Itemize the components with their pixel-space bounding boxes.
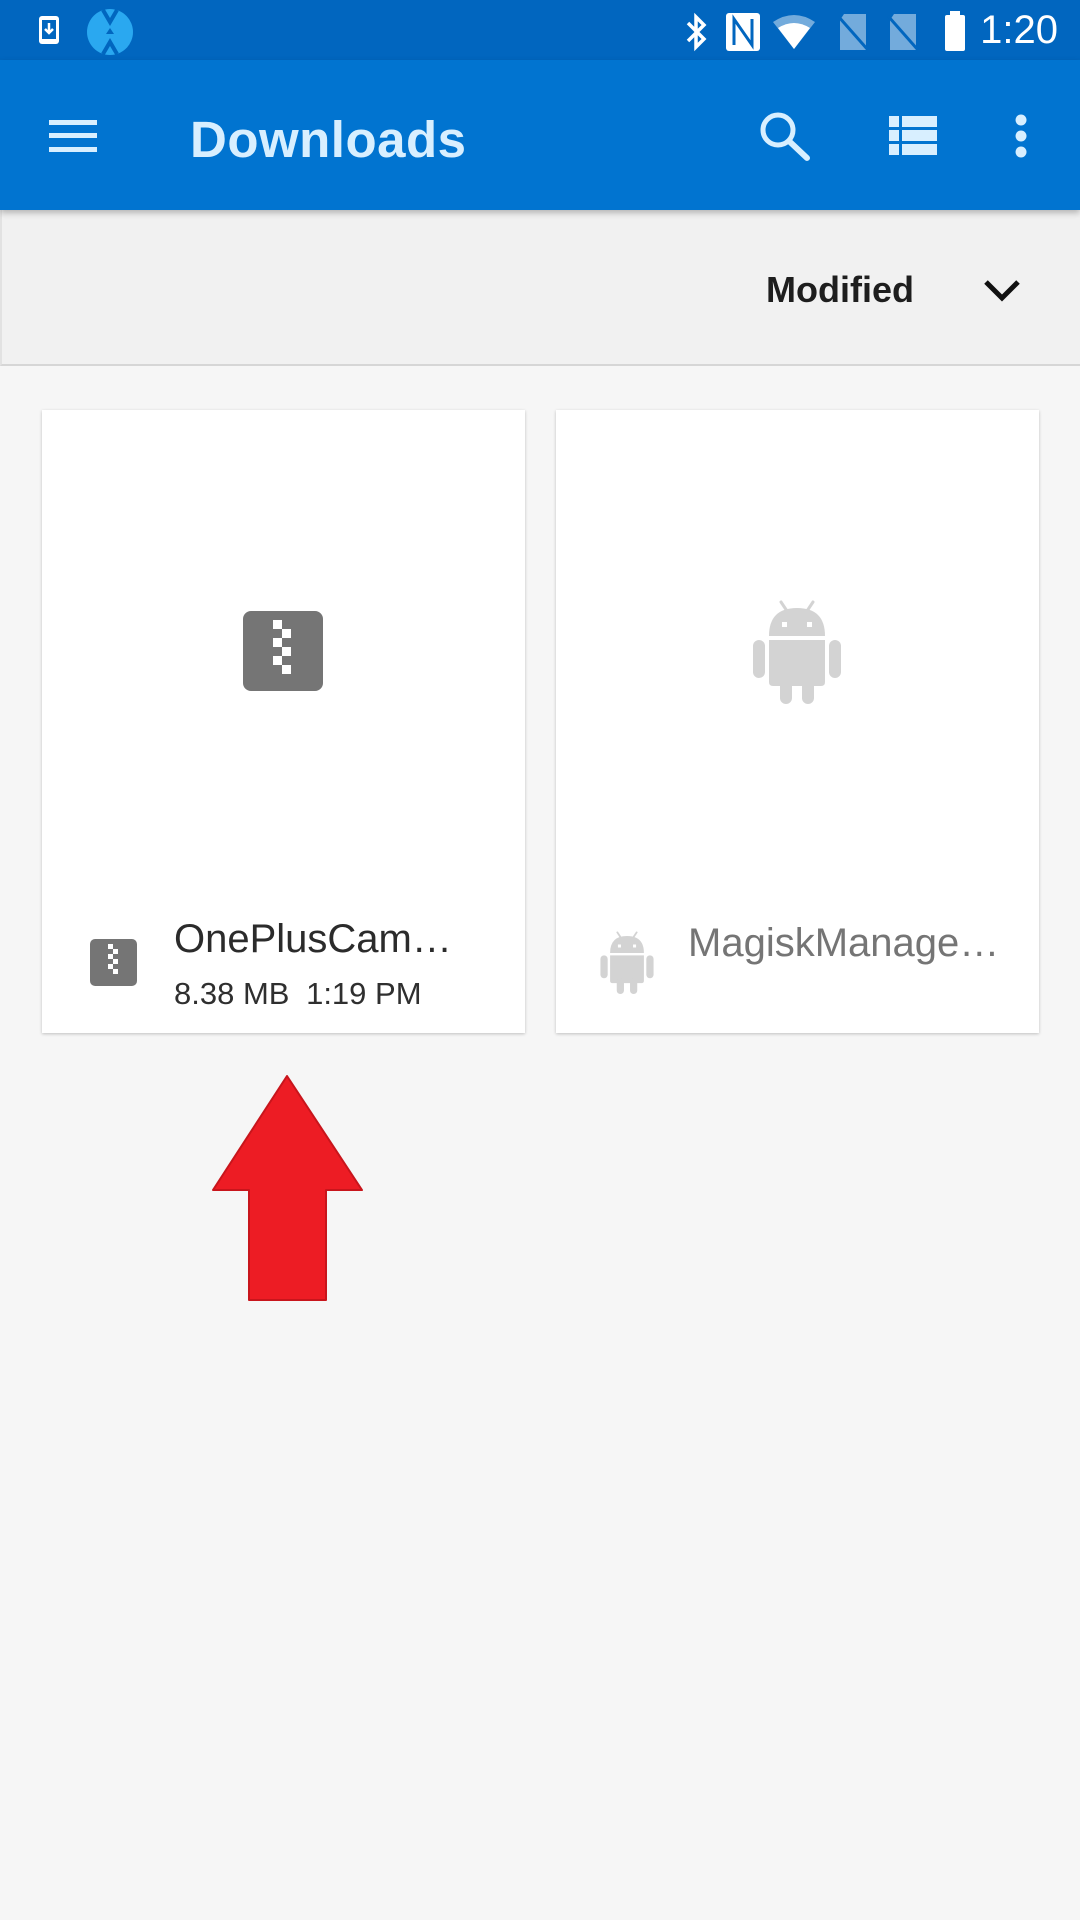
sort-label: Modified [766, 269, 914, 310]
bluetooth-icon [686, 12, 707, 52]
status-bar: 1:20 [0, 0, 1080, 60]
android-apk-icon [753, 600, 841, 704]
search-icon[interactable] [758, 110, 812, 162]
wifi-icon [773, 15, 815, 49]
chevron-down-icon [984, 280, 1020, 302]
file-meta: 8.38 MB 1:19 PM [174, 976, 422, 1012]
file-size: 8.38 MB [174, 976, 290, 1011]
more-options-icon[interactable] [1010, 112, 1032, 160]
sort-bar: Modified [0, 210, 1080, 366]
no-sim-icon [886, 14, 920, 51]
download-notification-icon [39, 16, 59, 44]
android-apk-icon [600, 931, 654, 994]
twrp-icon [87, 8, 133, 56]
file-card[interactable]: MagiskManage… [556, 410, 1039, 1033]
file-card[interactable]: OnePlusCamer… 8.38 MB 1:19 PM [42, 410, 525, 1033]
file-name: OnePlusCamer… [174, 917, 474, 961]
zip-archive-icon [90, 939, 137, 986]
zip-archive-icon [243, 611, 323, 691]
app-toolbar: Downloads [0, 60, 1080, 210]
page-title: Downloads [190, 111, 467, 168]
file-modified: 1:19 PM [306, 976, 422, 1011]
annotation-arrow-up-icon [212, 1075, 363, 1301]
status-time: 1:20 [980, 8, 1058, 52]
sort-dropdown[interactable]: Modified [742, 240, 1062, 336]
hamburger-menu-icon[interactable] [48, 118, 98, 154]
file-name: MagiskManage… [688, 921, 1000, 965]
list-view-icon[interactable] [889, 115, 937, 157]
nfc-icon [726, 13, 760, 51]
no-sim-icon [836, 14, 870, 51]
battery-icon [945, 11, 965, 51]
